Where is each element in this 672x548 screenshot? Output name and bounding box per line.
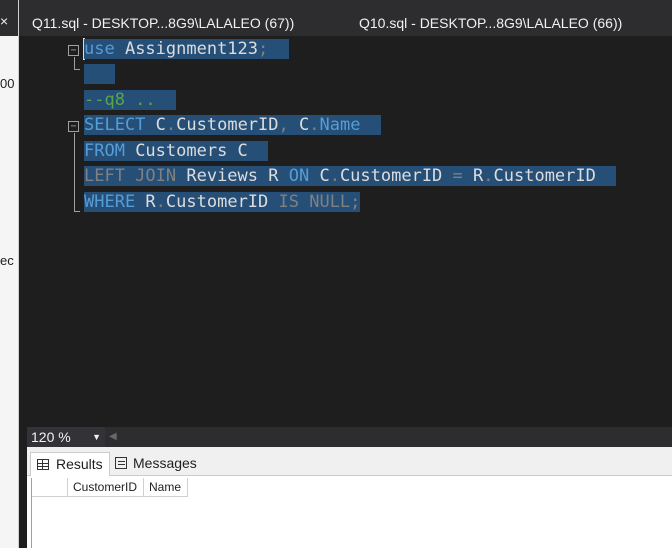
scroll-left-icon[interactable]: ◀ [109, 431, 117, 442]
code-line-3: --q8 .. [84, 88, 177, 113]
tab-messages[interactable]: Messages [111, 452, 197, 476]
grid-header-row: CustomerID Name [32, 478, 189, 497]
fold-end [74, 211, 80, 212]
close-icon[interactable]: × [0, 14, 8, 28]
collapse-icon[interactable]: − [68, 45, 79, 56]
code-line-2 [84, 62, 115, 87]
results-grid[interactable]: CustomerID Name [31, 478, 672, 548]
column-header-customerid[interactable]: CustomerID [68, 478, 145, 497]
row-number-header [32, 478, 68, 497]
code-line-6: LEFT JOIN Reviews R ON C.CustomerID = R.… [84, 164, 617, 189]
code-line-5: FROM Customers C [84, 139, 269, 164]
code-line-7: WHERE R.CustomerID IS NULL; [84, 192, 361, 212]
grid-icon [37, 459, 49, 470]
dropdown-arrow-icon[interactable]: ▼ [92, 427, 101, 447]
object-explorer-edge: × 00 ec [0, 0, 19, 548]
fold-end [74, 69, 80, 70]
fold-line [74, 133, 75, 212]
zoom-dropdown[interactable]: 120 % ▼ [27, 427, 105, 447]
zoom-value: 120 % [31, 429, 71, 445]
results-pane: Results Messages CustomerID Name [27, 447, 672, 548]
code-line-1: use Assignment123; [84, 37, 289, 62]
document-tab-bar: Q11.sql - DESKTOP...8G9\LALALEO (67)) Q1… [19, 0, 672, 36]
editor-gutter [19, 36, 52, 427]
editor-status-strip: 120 % ▼ ◀ [27, 427, 672, 447]
results-tab-bar: Results Messages [27, 447, 672, 476]
tab-q10-sql[interactable]: Q10.sql - DESKTOP...8G9\LALALEO (66)) [359, 15, 622, 31]
explorer-text-fragment: 00 [0, 76, 15, 91]
query-editor[interactable]: − − use Assignment123; --q8 .. SELECT C.… [19, 36, 672, 427]
tab-q11-sql[interactable]: Q11.sql - DESKTOP...8G9\LALALEO (67)) [32, 15, 294, 31]
messages-icon [115, 457, 127, 469]
collapse-icon[interactable]: − [68, 121, 79, 132]
code-line-4: SELECT C.CustomerID, C.Name [84, 113, 381, 138]
outline-margin [52, 36, 82, 427]
explorer-text-fragment: ec [0, 253, 14, 268]
tab-results[interactable]: Results [30, 452, 110, 476]
column-header-name[interactable]: Name [144, 478, 189, 497]
